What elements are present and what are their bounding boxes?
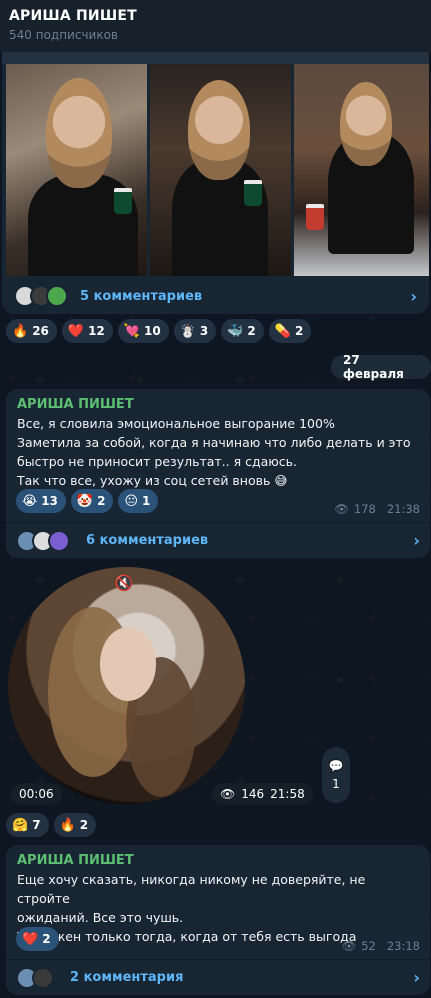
commenter-avatars bbox=[16, 966, 54, 989]
album-post: 5 комментариев › bbox=[2, 52, 429, 314]
commenter-avatars bbox=[16, 529, 70, 552]
video-message[interactable] bbox=[8, 567, 245, 804]
reaction-chip[interactable]: 🤗 7 bbox=[6, 813, 49, 837]
comment-bubble-icon: 💬 bbox=[328, 759, 344, 773]
reaction-chip[interactable]: 🔥 26 bbox=[6, 319, 57, 343]
subscriber-count: 540 подписчиков bbox=[9, 28, 118, 42]
post-text-line: Заметила за собой, когда я начинаю что л… bbox=[17, 435, 411, 450]
album-reactions: 🔥 26 ❤️ 12 💘 10 ☃️ 3 🐳 2 💊 2 bbox=[6, 319, 312, 343]
chevron-right-icon: › bbox=[413, 968, 420, 987]
comments-count-label: 2 комментария bbox=[70, 970, 184, 985]
post-text-line: Еще хочу сказать, никогда никому не дове… bbox=[17, 872, 366, 906]
view-count: 178 bbox=[353, 502, 376, 516]
comment-count: 1 bbox=[332, 777, 340, 791]
post-text: Еще хочу сказать, никогда никому не дове… bbox=[17, 870, 419, 946]
reaction-chip[interactable]: 🔥 2 bbox=[53, 813, 97, 837]
reaction-chip[interactable]: ☃️ 3 bbox=[173, 319, 217, 343]
view-count: 52 bbox=[361, 939, 376, 953]
eye-icon: 👁 bbox=[334, 502, 349, 516]
video-reactions: 🤗 7 🔥 2 bbox=[6, 813, 97, 837]
post-author[interactable]: АРИША ПИШЕТ bbox=[17, 397, 419, 412]
comments-count-label: 5 комментариев bbox=[80, 288, 203, 304]
text-post-1: АРИША ПИШЕТ Все, я словила эмоциональное… bbox=[6, 389, 430, 558]
post2-comments-link[interactable]: 2 комментария › bbox=[6, 960, 430, 995]
text-post-2: АРИША ПИШЕТ Еще хочу сказать, никогда ни… bbox=[6, 845, 430, 995]
eye-icon: 👁 bbox=[220, 787, 236, 801]
post1-comments-link[interactable]: 6 комментариев › bbox=[6, 523, 430, 558]
reaction-chip[interactable]: ❤️ 2 bbox=[16, 927, 59, 951]
post-text-line: Так что все, ухожу из соц сетей вновь 😅 bbox=[17, 473, 288, 488]
commenter-avatars bbox=[14, 285, 68, 307]
avatar bbox=[48, 529, 70, 552]
duration-text: 00:06 bbox=[19, 787, 54, 801]
post2-meta: 👁 52 23:18 bbox=[342, 939, 420, 953]
mute-icon[interactable]: 🔇 bbox=[113, 574, 135, 596]
post-text-line: ожиданий. Все это чушь. bbox=[17, 910, 184, 925]
album-photo-2[interactable] bbox=[149, 64, 291, 276]
post-text-line: Все, я словила эмоциональное выгорание 1… bbox=[17, 416, 335, 431]
post-time: 23:18 bbox=[386, 939, 420, 953]
eye-icon: 👁 bbox=[341, 939, 357, 953]
avatar bbox=[32, 966, 54, 989]
reaction-chip[interactable]: 💊 2 bbox=[268, 319, 312, 343]
post-text: Все, я словила эмоциональное выгорание 1… bbox=[17, 414, 419, 490]
album-photo-1[interactable] bbox=[6, 64, 147, 276]
post-text-line: быстро не приносит результат.. я сдаюсь. bbox=[17, 454, 297, 469]
view-count: 146 bbox=[241, 787, 265, 801]
date-divider: 27 февраля bbox=[331, 353, 431, 381]
comments-count-label: 6 комментариев bbox=[86, 533, 209, 548]
post-author[interactable]: АРИША ПИШЕТ bbox=[17, 853, 419, 868]
post2-reactions: ❤️ 2 bbox=[16, 927, 59, 951]
chevron-right-icon: › bbox=[410, 286, 417, 306]
chevron-right-icon: › bbox=[413, 531, 420, 550]
reaction-chip[interactable]: ❤️ 12 bbox=[61, 319, 113, 343]
reaction-chip[interactable]: 💘 10 bbox=[117, 319, 169, 343]
album-comments-link[interactable]: 5 комментариев › bbox=[2, 278, 429, 314]
channel-header[interactable]: АРИША ПИШЕТ 540 подписчиков bbox=[0, 0, 431, 52]
album-photo-3[interactable] bbox=[293, 64, 429, 276]
post-time: 21:58 bbox=[270, 787, 305, 801]
previous-media-strip bbox=[2, 52, 429, 64]
channel-title: АРИША ПИШЕТ bbox=[9, 8, 137, 24]
post1-meta: 👁 178 21:38 bbox=[334, 502, 420, 516]
comments-button[interactable]: 💬 1 bbox=[322, 747, 350, 803]
post1-reactions: 😭 13 🤡 2 😐 1 bbox=[16, 489, 159, 513]
reaction-chip[interactable]: 🤡 2 bbox=[70, 489, 114, 513]
post-time: 21:38 bbox=[386, 502, 420, 516]
reaction-chip[interactable]: 😭 13 bbox=[16, 489, 66, 513]
video-meta: 👁 146 21:58 bbox=[212, 783, 313, 805]
reaction-chip[interactable]: 😐 1 bbox=[118, 489, 159, 513]
photo-album bbox=[2, 64, 429, 276]
video-duration: 00:06 bbox=[11, 783, 62, 805]
reaction-chip[interactable]: 🐳 2 bbox=[221, 319, 264, 343]
avatar bbox=[46, 285, 68, 307]
